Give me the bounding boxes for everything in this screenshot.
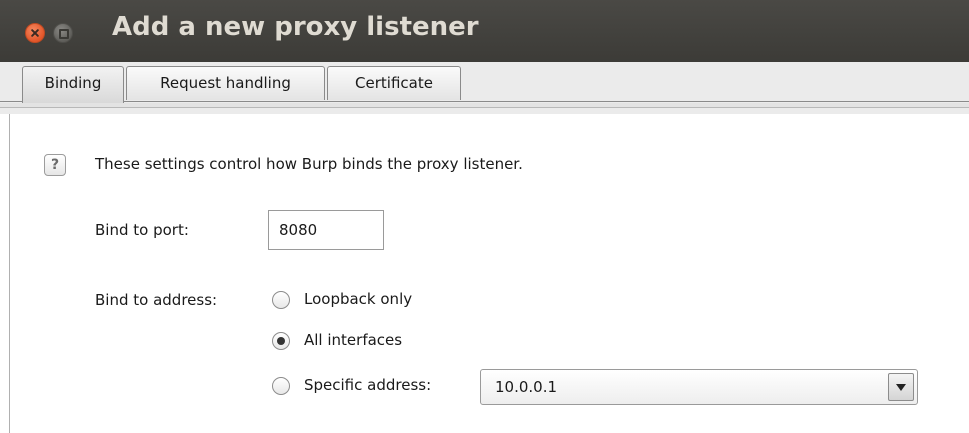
close-icon[interactable] (25, 23, 45, 43)
specific-address-value: 10.0.0.1 (495, 378, 558, 396)
maximize-icon[interactable] (53, 23, 73, 43)
specific-address-dropdown[interactable]: 10.0.0.1 (480, 369, 918, 405)
tab-binding[interactable]: Binding (22, 66, 124, 103)
specific-address-label[interactable]: Specific address: (304, 376, 431, 394)
tab-certificate[interactable]: Certificate (327, 66, 461, 100)
bind-port-input[interactable] (268, 210, 384, 250)
loopback-only-radio[interactable] (272, 291, 290, 309)
tab-divider-shadow (0, 103, 969, 108)
specific-address-radio[interactable] (272, 377, 290, 395)
loopback-only-label[interactable]: Loopback only (304, 290, 412, 308)
chevron-down-icon[interactable] (888, 373, 914, 401)
bind-address-label: Bind to address: (95, 291, 218, 309)
help-icon[interactable]: ? (44, 154, 66, 176)
title-bar: Add a new proxy listener (0, 0, 969, 62)
dialog-window: Add a new proxy listener Request handlin… (0, 0, 969, 433)
tab-request-handling[interactable]: Request handling (126, 66, 325, 100)
all-interfaces-radio[interactable] (272, 332, 290, 350)
tab-divider (0, 101, 969, 102)
all-interfaces-label[interactable]: All interfaces (304, 331, 402, 349)
content-border (9, 114, 10, 433)
window-title: Add a new proxy listener (112, 12, 479, 42)
bind-port-label: Bind to port: (95, 221, 189, 239)
binding-description: These settings control how Burp binds th… (95, 155, 523, 173)
